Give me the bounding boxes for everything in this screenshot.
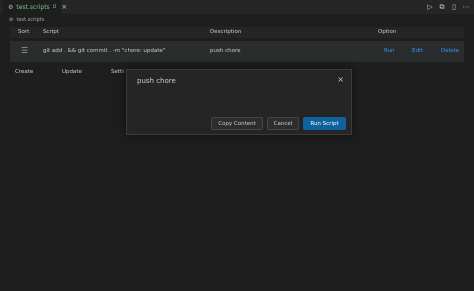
tab-test-scripts[interactable]: ⚙ test.scripts U × (3, 0, 67, 14)
header-option: Option (378, 29, 397, 35)
header-description: Description (210, 29, 242, 35)
split-editor-icon[interactable]: ⧉ (438, 3, 446, 12)
table-header: Sort Script Description Option (10, 27, 464, 38)
untracked-badge: U (52, 4, 57, 10)
setting-button[interactable]: Setti (111, 69, 124, 75)
header-script: Script (43, 29, 59, 35)
header-sort: Sort (18, 29, 30, 35)
row-description: push chore (210, 48, 241, 54)
breadcrumb-file[interactable]: test.scripts (16, 17, 44, 23)
create-button[interactable]: Create (15, 69, 33, 75)
editor-toolbar: ▷ ⧉ ▯ ⋯ (426, 2, 470, 12)
update-button[interactable]: Update (62, 69, 82, 75)
delete-link[interactable]: Delete (441, 48, 459, 54)
layout-icon[interactable]: ▯ (450, 3, 458, 11)
more-actions-icon[interactable]: ⋯ (462, 3, 470, 11)
breadcrumb: ⚙ test.scripts (9, 15, 44, 25)
row-script: git add . && git commit . -m "chore: upd… (43, 48, 166, 54)
drag-handle-icon[interactable]: ☰ (21, 46, 28, 55)
tab-label: test.scripts (16, 3, 50, 11)
close-icon[interactable]: × (61, 3, 67, 11)
close-icon[interactable]: × (337, 75, 344, 84)
run-script-dialog: push chore × Copy Content Cancel Run Scr… (126, 69, 352, 135)
settings-file-icon: ⚙ (8, 3, 14, 11)
run-link[interactable]: Run (384, 48, 395, 54)
editor-tab-bar: ⚙ test.scripts U × ▷ ⧉ ▯ ⋯ (0, 0, 474, 14)
dialog-title: push chore (137, 77, 176, 85)
run-icon[interactable]: ▷ (426, 3, 434, 11)
run-script-button[interactable]: Run Script (303, 117, 346, 130)
settings-file-icon: ⚙ (9, 17, 14, 23)
table-row: ☰ git add . && git commit . -m "chore: u… (10, 41, 464, 62)
edit-link[interactable]: Edit (412, 48, 423, 54)
cancel-button[interactable]: Cancel (267, 117, 299, 130)
copy-content-button[interactable]: Copy Content (211, 117, 263, 130)
